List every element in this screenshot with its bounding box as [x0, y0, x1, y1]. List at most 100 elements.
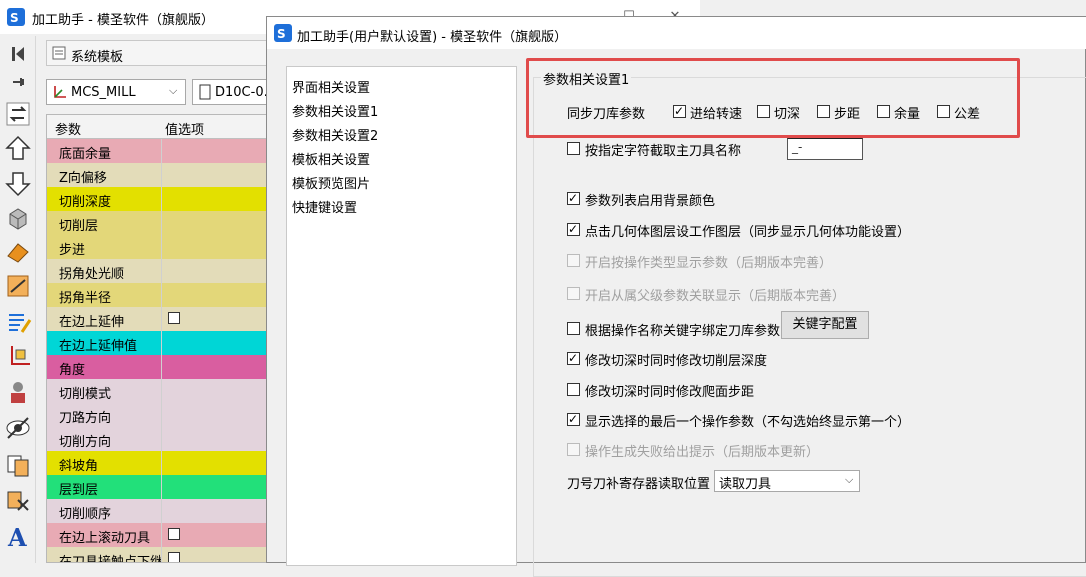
- grid-header-param: 参数: [55, 123, 82, 138]
- param-value-cell[interactable]: [161, 403, 275, 427]
- param-value-cell[interactable]: [161, 547, 275, 562]
- table-row[interactable]: 底面余量: [47, 139, 275, 163]
- tool-combo[interactable]: D10C-0.0: [192, 79, 272, 105]
- view-toggle-icon[interactable]: [4, 414, 32, 442]
- font-icon[interactable]: A: [4, 522, 32, 552]
- table-row[interactable]: 在边上滚动刀具: [47, 523, 275, 547]
- option-label: 修改切深时同时修改切削层深度: [585, 354, 768, 369]
- param-name-cell: 切削层: [47, 211, 161, 235]
- param-value-cell[interactable]: [161, 259, 275, 283]
- nav-item-template[interactable]: 模板相关设置: [292, 149, 370, 168]
- truncate-checkbox[interactable]: [567, 142, 580, 155]
- coordinate-icon[interactable]: [4, 342, 32, 370]
- table-row[interactable]: 切削方向: [47, 427, 275, 451]
- param-value-cell[interactable]: [161, 427, 275, 451]
- table-row[interactable]: 拐角处光顺: [47, 259, 275, 283]
- option-checkbox[interactable]: [567, 221, 580, 237]
- orange-tool-icon[interactable]: [4, 272, 32, 300]
- param-value-cell[interactable]: [161, 499, 275, 523]
- param-value-cell[interactable]: [161, 379, 275, 403]
- option-checkbox[interactable]: [567, 190, 580, 206]
- table-row[interactable]: 步进: [47, 235, 275, 259]
- swap-icon[interactable]: [4, 100, 32, 128]
- param-value-cell[interactable]: [161, 163, 275, 187]
- dialog-title: 加工助手(用户默认设置) - 模圣软件（旗舰版）: [297, 30, 568, 45]
- param-name: 在边上延伸: [59, 315, 125, 330]
- table-row[interactable]: 切削顺序: [47, 499, 275, 523]
- param-value-cell[interactable]: [161, 283, 275, 307]
- option-checkbox[interactable]: [567, 383, 580, 396]
- option-label: 开启从属父级参数关联显示（后期版本完善）: [585, 289, 846, 304]
- option-checkbox[interactable]: [567, 350, 580, 366]
- param-value-cell[interactable]: [161, 523, 275, 547]
- option-checkbox[interactable]: [567, 322, 580, 335]
- table-row[interactable]: 在边上延伸值: [47, 331, 275, 355]
- table-row[interactable]: 层到层: [47, 475, 275, 499]
- table-row[interactable]: 刀路方向: [47, 403, 275, 427]
- table-row[interactable]: 在边上延伸: [47, 307, 275, 331]
- operator-icon[interactable]: [4, 378, 32, 406]
- option-label: 显示选择的最后一个操作参数（不勾选始终显示第一个）: [585, 415, 911, 430]
- table-row[interactable]: 切削层: [47, 211, 275, 235]
- param-value-cell[interactable]: [161, 307, 275, 331]
- table-row[interactable]: 角度: [47, 355, 275, 379]
- geometry-block-icon[interactable]: [4, 204, 32, 232]
- csys-combo[interactable]: MCS_MILL ⌵: [46, 79, 186, 105]
- table-row[interactable]: 斜坡角: [47, 451, 275, 475]
- param-name-cell: 切削顺序: [47, 499, 161, 523]
- param-name: Z向偏移: [59, 171, 107, 186]
- register-value: 读取刀具: [719, 477, 772, 492]
- nav-item-param1[interactable]: 参数相关设置1: [292, 101, 378, 120]
- param-value-cell[interactable]: [161, 235, 275, 259]
- copy-icon[interactable]: [4, 450, 32, 478]
- template-panel-header[interactable]: 系统模板: [46, 40, 268, 66]
- param-checkbox[interactable]: [168, 528, 180, 540]
- nav-item-preview[interactable]: 模板预览图片: [292, 173, 370, 192]
- param-value-cell[interactable]: [161, 331, 275, 355]
- highlight-annotation: [526, 58, 1020, 138]
- register-select[interactable]: 读取刀具 ⌵: [714, 470, 860, 492]
- truncate-input[interactable]: _-: [787, 138, 863, 160]
- dialog-titlebar: S 加工助手(用户默认设置) - 模圣软件（旗舰版）: [267, 17, 1086, 49]
- param-name-cell: Z向偏移: [47, 163, 161, 187]
- move-down-icon[interactable]: [4, 170, 32, 198]
- delete-icon[interactable]: [4, 486, 32, 514]
- param-checkbox[interactable]: [168, 552, 180, 562]
- parameter-grid: 参数 值选项 底面余量 Z向偏移 切削深度 切削层 步进 拐角处光顺 拐角半径 在边上延伸 在边…: [46, 114, 276, 563]
- grid-header: 参数 值选项: [47, 115, 275, 139]
- keyword-config-button[interactable]: 关键字配置: [781, 311, 869, 339]
- table-row[interactable]: Z向偏移: [47, 163, 275, 187]
- param-name-cell: 在边上滚动刀具: [47, 523, 161, 547]
- param-value-cell[interactable]: [161, 355, 275, 379]
- pin-icon[interactable]: [4, 68, 32, 96]
- app-logo-icon: S: [7, 8, 25, 26]
- nav-item-shortcut[interactable]: 快捷键设置: [292, 197, 357, 216]
- param-value-cell[interactable]: [161, 475, 275, 499]
- param-value-cell[interactable]: [161, 451, 275, 475]
- param-name-cell: 在边上延伸值: [47, 331, 161, 355]
- first-record-icon[interactable]: [4, 40, 32, 68]
- param-value-cell[interactable]: [161, 139, 275, 163]
- eraser-icon[interactable]: [4, 238, 32, 266]
- table-row[interactable]: 切削模式: [47, 379, 275, 403]
- nav-item-ui[interactable]: 界面相关设置: [292, 77, 370, 96]
- table-row[interactable]: 切削深度: [47, 187, 275, 211]
- param-value-cell[interactable]: [161, 211, 275, 235]
- param-name: 步进: [59, 243, 86, 258]
- param-checkbox[interactable]: [168, 312, 180, 324]
- register-label: 刀号刀补寄存器读取位置: [567, 477, 711, 492]
- param-name-cell: 拐角半径: [47, 283, 161, 307]
- param-value-cell[interactable]: [161, 187, 275, 211]
- nav-item-param2[interactable]: 参数相关设置2: [292, 125, 378, 144]
- option-checkbox: [567, 254, 580, 267]
- option-checkbox[interactable]: [567, 411, 580, 427]
- param-name-cell: 刀路方向: [47, 403, 161, 427]
- truncate-label: 按指定字符截取主刀具名称: [585, 144, 742, 159]
- option-label: 根据操作名称关键字绑定刀库参数: [585, 324, 781, 339]
- param-name-cell: 切削方向: [47, 427, 161, 451]
- table-row[interactable]: 拐角半径: [47, 283, 275, 307]
- option-label: 参数列表启用背景颜色: [585, 194, 716, 209]
- table-row[interactable]: 在刀具接触点下继: [47, 547, 275, 562]
- move-up-icon[interactable]: [4, 134, 32, 162]
- edit-list-icon[interactable]: [4, 308, 32, 336]
